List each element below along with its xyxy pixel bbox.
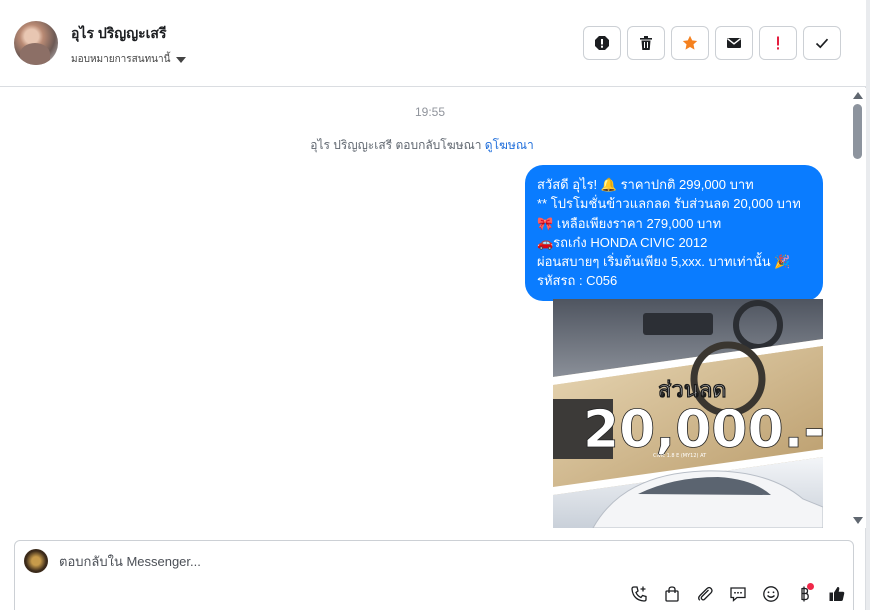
messenger-window: อุไร ปริญญะเสรี มอบหมายการสนทนานี้ 19:55… [0, 0, 866, 610]
check-icon [815, 38, 829, 49]
shop-button[interactable] [661, 583, 683, 605]
exclamation-icon [777, 36, 779, 50]
message-timestamp: 19:55 [414, 105, 446, 119]
assign-conversation-dropdown[interactable]: มอบหมายการสนทนานี้ [71, 52, 187, 67]
outgoing-message-bubble[interactable]: สวัสดี อุไร! 🔔 ราคาปกติ 299,000 บาท ** โ… [525, 165, 823, 301]
scrollbar-thumb[interactable] [853, 104, 862, 159]
contact-name[interactable]: อุไร ปริญญะเสรี [71, 23, 167, 45]
reply-composer [14, 540, 854, 610]
shopping-bag-icon [665, 586, 679, 602]
conversation-header: อุไร ปริญญะเสรี มอบหมายการสนทนานี้ [0, 0, 866, 87]
star-button[interactable] [671, 26, 709, 60]
payment-button[interactable] [793, 583, 815, 605]
call-button[interactable] [628, 583, 650, 605]
promo-caption: Civic 1.8 E (MY12) AT [653, 453, 707, 459]
header-actions [583, 26, 841, 60]
reply-input[interactable] [59, 554, 559, 569]
car-promo-image[interactable]: ส่วนลด 20,000.- Civic 1.8 E (MY12) AT [553, 299, 823, 528]
message-line: สวัสดี อุไร! 🔔 ราคาปกติ 299,000 บาท [537, 177, 754, 192]
composer-toolbar [628, 583, 848, 605]
assign-label: มอบหมายการสนทนานี้ [71, 54, 171, 65]
phone-plus-icon [631, 586, 647, 602]
message-line: ** โปรโมชั่นข้าวแลกลด รับส่วนลด 20,000 บ… [537, 196, 801, 212]
envelope-icon [727, 38, 741, 48]
thumbs-up-icon [829, 586, 845, 601]
report-icon [595, 36, 609, 50]
ad-reply-notice: อุไร ปริญญะเสรี ตอบกลับโฆษณา ดูโฆษณา [0, 136, 844, 155]
mark-unread-button[interactable] [715, 26, 753, 60]
window-edge [866, 0, 870, 610]
chat-bubble-icon [730, 587, 746, 602]
contact-avatar[interactable] [14, 21, 58, 65]
message-line: ผ่อนสบายๆ เริ่มต้นเพียง 5,xxx. บาทเท่านั… [537, 254, 791, 270]
emoji-button[interactable] [760, 583, 782, 605]
conversation-thread: 19:55 อุไร ปริญญะเสรี ตอบกลับโฆษณา ดูโฆษ… [0, 88, 850, 528]
caret-down-icon [176, 56, 187, 63]
promo-amount: 20,000.- [583, 400, 823, 460]
delete-button[interactable] [627, 26, 665, 60]
notification-dot [807, 583, 814, 590]
spam-button[interactable] [759, 26, 797, 60]
ad-reply-text: อุไร ปริญญะเสรี ตอบกลับโฆษณา [310, 138, 482, 152]
message-line: 🎀 เหลือเพียงราคา 279,000 บาท [537, 215, 722, 231]
saved-replies-button[interactable] [727, 583, 749, 605]
message-line: รหัสรถ : C056 [537, 273, 618, 289]
like-button[interactable] [826, 583, 848, 605]
scroll-down-arrow-icon[interactable] [853, 517, 863, 524]
scroll-up-arrow-icon[interactable] [853, 92, 863, 99]
trash-icon [640, 36, 652, 50]
message-line: 🚗รถเก๋ง HONDA CIVIC 2012 [537, 234, 708, 250]
smiley-icon [763, 586, 779, 602]
car-promo-artwork: ส่วนลด 20,000.- Civic 1.8 E (MY12) AT [553, 299, 823, 528]
done-button[interactable] [803, 26, 841, 60]
attach-button[interactable] [694, 583, 716, 605]
thread-scrollbar[interactable] [850, 88, 866, 528]
report-button[interactable] [583, 26, 621, 60]
paperclip-icon [698, 586, 713, 601]
star-icon [682, 35, 698, 50]
view-ad-link[interactable]: ดูโฆษณา [485, 138, 534, 152]
page-avatar [24, 549, 48, 573]
